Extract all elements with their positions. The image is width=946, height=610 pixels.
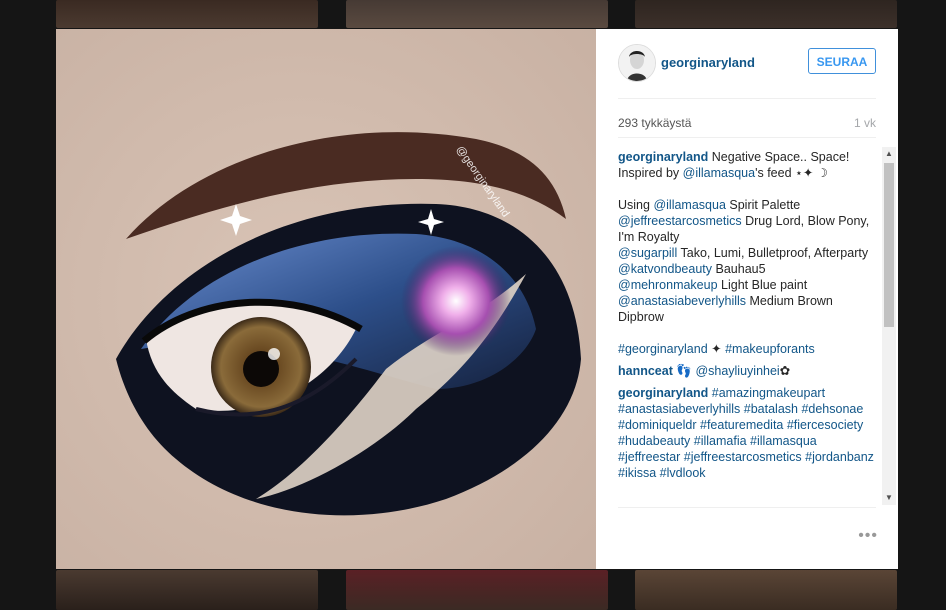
mention-link[interactable]: @katvondbeauty	[618, 262, 712, 276]
likes-count[interactable]: 293 tykkäystä	[618, 116, 691, 130]
mention-link[interactable]: @illamasqua	[683, 166, 755, 180]
mention-link[interactable]: @jeffreestarcosmetics	[618, 214, 742, 228]
caption-text: Spirit Palette	[729, 198, 801, 212]
comment: georginaryland #amazingmakeupart #anasta…	[618, 385, 880, 481]
follow-button[interactable]: SEURAA	[808, 48, 876, 74]
flower-icon: ✿	[779, 364, 791, 378]
post-sidebar: georginaryland SEURAA 293 tykkäystä 1 vk…	[596, 29, 898, 569]
post-username-link[interactable]: georginaryland	[661, 55, 755, 70]
background-post-thumbnail	[635, 0, 897, 28]
comment-username-link[interactable]: georginaryland	[618, 386, 708, 400]
post-timestamp[interactable]: 1 vk	[854, 116, 876, 130]
mention-link[interactable]: @sugarpill	[618, 246, 677, 260]
mention-link[interactable]: @illamasqua	[653, 198, 725, 212]
footprints-icon: 👣	[676, 364, 692, 378]
post-modal: @georginaryland georginaryland SEURAA 29…	[56, 29, 898, 569]
caption-hashtags: #georginaryland ✦ #makeupforants	[618, 341, 880, 357]
comments-scrollbar[interactable]: ▲ ▼	[882, 147, 896, 505]
caption-text: Negative Space.. Space!	[711, 150, 850, 164]
background-post-thumbnail	[56, 570, 318, 610]
background-post-thumbnail	[56, 0, 318, 28]
divider	[618, 137, 876, 138]
caption-username-link[interactable]: georginaryland	[618, 150, 708, 164]
scroll-up-arrow-icon[interactable]: ▲	[882, 147, 896, 161]
galaxy-eye-makeup-image: @georginaryland	[56, 29, 596, 569]
background-post-thumbnail	[346, 570, 608, 610]
post-header: georginaryland SEURAA	[618, 44, 876, 99]
comments-list: georginaryland Negative Space.. Space! I…	[618, 149, 880, 507]
caption-text: Inspired by	[618, 166, 680, 180]
avatar-image	[619, 45, 655, 81]
scrollbar-thumb[interactable]	[884, 163, 894, 327]
caption: georginaryland Negative Space.. Space! I…	[618, 149, 880, 181]
caption-products: Using @illamasqua Spirit Palette @jeffre…	[618, 197, 880, 325]
caption-text: Bauhau5	[715, 262, 766, 276]
comment-username-link[interactable]: hannceat	[618, 364, 673, 378]
hashtag-link[interactable]: #georginaryland	[618, 342, 708, 356]
caption-text: 's feed ⋆✦ ☽	[755, 166, 828, 180]
background-post-thumbnail	[346, 0, 608, 28]
caption-text: Tako, Lumi, Bulletproof, Afterparty	[680, 246, 869, 260]
hashtag-link[interactable]: #makeupforants	[725, 342, 815, 356]
caption-text: Using	[618, 198, 650, 212]
scroll-down-arrow-icon[interactable]: ▼	[882, 491, 896, 505]
mention-link[interactable]: @shayliuyinhei	[695, 364, 779, 378]
post-photo[interactable]: @georginaryland	[56, 29, 596, 569]
background-post-thumbnail	[635, 570, 897, 610]
sparkle-icon: ✦	[711, 342, 722, 356]
comment: hannceat 👣 @shayliuyinhei✿	[618, 363, 880, 379]
caption-text: Light Blue paint	[721, 278, 808, 292]
divider	[618, 507, 876, 508]
mention-link[interactable]: @mehronmakeup	[618, 278, 718, 292]
mention-link[interactable]: @anastasiabeverlyhills	[618, 294, 746, 308]
more-options-icon[interactable]: •••	[858, 527, 878, 545]
hashtag-links[interactable]: #amazingmakeupart #anastasiabeverlyhills…	[618, 386, 874, 480]
avatar[interactable]	[618, 44, 656, 82]
